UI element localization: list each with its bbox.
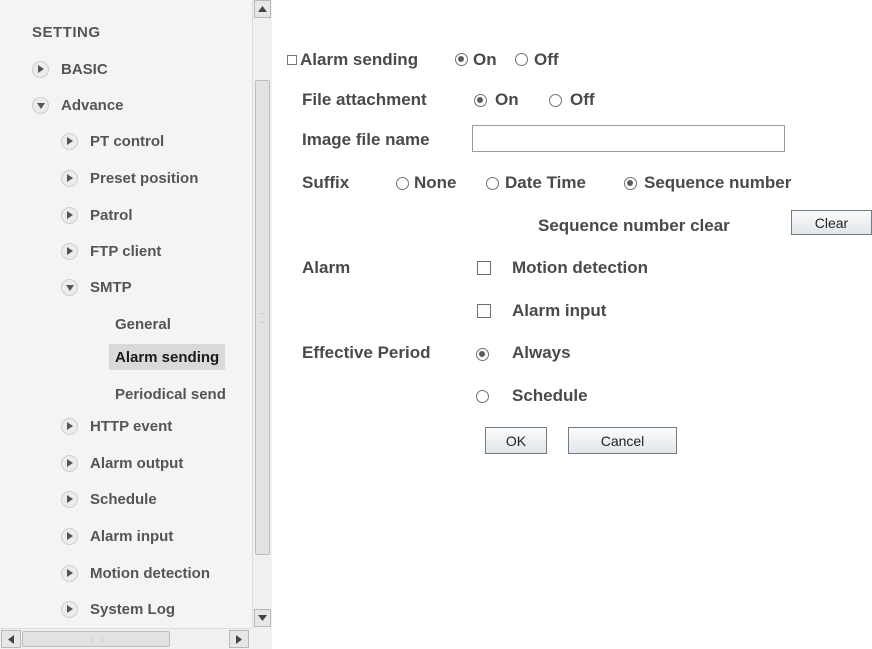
nav-item-general[interactable]: General — [115, 311, 171, 337]
ok-button[interactable]: OK — [485, 427, 547, 454]
expand-arrow-icon — [61, 564, 78, 582]
scroll-left-button[interactable] — [1, 630, 21, 648]
nav-item-ftp-client[interactable]: FTP client — [61, 238, 161, 264]
nav-item-alarm-output[interactable]: Alarm output — [61, 450, 183, 476]
nav-item-periodical-send[interactable]: Periodical send — [115, 381, 226, 407]
nav-item-smtp[interactable]: SMTP — [61, 274, 132, 300]
scroll-down-button[interactable] — [254, 609, 271, 627]
nav-item-label: Patrol — [90, 206, 133, 224]
suffix-date-time-label: Date Time — [505, 173, 586, 192]
nav-item-label: System Log — [90, 600, 176, 618]
nav-vertical-scrollbar[interactable] — [252, 0, 272, 628]
image-file-name-label: Image file name — [302, 130, 430, 149]
alarm-input-label: Alarm input — [512, 301, 607, 320]
chevron-up-icon — [258, 6, 267, 12]
image-file-name-input[interactable] — [472, 125, 785, 152]
expand-arrow-icon — [61, 206, 78, 224]
horizontal-scroll-thumb[interactable] — [22, 631, 170, 647]
file-attachment-label: File attachment — [302, 90, 427, 109]
effective-period-schedule-radio[interactable] — [476, 390, 489, 403]
sequence-number-clear-label: Sequence number clear — [538, 216, 730, 235]
motion-detection-label: Motion detection — [512, 258, 648, 277]
nav-item-schedule[interactable]: Schedule — [61, 486, 157, 512]
alarm-sending-on-radio[interactable] — [455, 53, 468, 66]
nav-item-patrol[interactable]: Patrol — [61, 202, 133, 228]
nav-item-advance[interactable]: Advance — [32, 92, 124, 118]
suffix-none-label: None — [414, 173, 457, 192]
settings-nav: SETTING BASIC Advance PT control Preset … — [0, 0, 252, 628]
suffix-none-radio[interactable] — [396, 177, 409, 190]
nav-item-label: Alarm input — [90, 527, 174, 545]
nav-title: SETTING — [32, 24, 101, 41]
effective-period-schedule-label: Schedule — [512, 386, 588, 405]
suffix-sequence-number-label: Sequence number — [644, 173, 792, 192]
clear-button[interactable]: Clear — [791, 210, 872, 235]
settings-nav-frame: SETTING BASIC Advance PT control Preset … — [0, 0, 272, 649]
nav-item-alarm-sending[interactable]: Alarm sending — [109, 344, 226, 370]
file-attachment-on-label: On — [495, 90, 519, 109]
nav-item-label: Preset position — [90, 169, 199, 187]
nav-item-label: Periodical send — [115, 385, 226, 403]
scrollbar-corner — [252, 628, 272, 649]
nav-item-label: Alarm sending — [115, 348, 220, 366]
nav-item-pt-control[interactable]: PT control — [61, 128, 164, 154]
nav-item-label: Schedule — [90, 490, 157, 508]
nav-item-label: SMTP — [90, 278, 132, 296]
nav-item-label: FTP client — [90, 242, 162, 260]
nav-item-motion-detection[interactable]: Motion detection — [61, 560, 210, 586]
chevron-down-icon — [258, 615, 267, 621]
file-attachment-on-radio[interactable] — [474, 94, 487, 107]
expand-arrow-icon — [61, 242, 78, 260]
alarm-sending-off-label: Off — [534, 50, 559, 69]
motion-detection-checkbox[interactable] — [477, 261, 491, 275]
nav-item-preset-position[interactable]: Preset position — [61, 165, 198, 191]
expand-arrow-icon — [61, 132, 78, 150]
expand-arrow-icon — [61, 169, 78, 187]
expand-arrow-icon — [61, 600, 78, 618]
alarm-sending-off-radio[interactable] — [515, 53, 528, 66]
nav-item-alarm-input[interactable]: Alarm input — [61, 523, 173, 549]
suffix-sequence-number-radio[interactable] — [624, 177, 637, 190]
section-marker-icon — [287, 55, 297, 65]
vertical-scroll-thumb[interactable] — [255, 80, 270, 555]
nav-item-http-event[interactable]: HTTP event — [61, 413, 172, 439]
file-attachment-off-label: Off — [570, 90, 595, 109]
expand-arrow-icon — [32, 60, 49, 78]
scroll-right-button[interactable] — [229, 630, 249, 648]
suffix-label: Suffix — [302, 173, 350, 192]
nav-item-label: BASIC — [61, 60, 108, 78]
nav-item-label: HTTP event — [90, 417, 173, 435]
effective-period-always-label: Always — [512, 343, 571, 362]
scroll-up-button[interactable] — [254, 0, 271, 18]
chevron-right-icon — [236, 634, 242, 644]
alarm-sending-on-label: On — [473, 50, 497, 69]
cancel-button[interactable]: Cancel — [568, 427, 677, 454]
nav-item-label: General — [115, 315, 171, 333]
alarm-sending-label: Alarm sending — [300, 50, 419, 69]
nav-item-label: Motion detection — [90, 564, 210, 582]
nav-item-basic[interactable]: BASIC — [32, 56, 108, 82]
nav-item-label: Alarm output — [90, 454, 184, 472]
expand-arrow-icon — [61, 417, 78, 435]
file-attachment-off-radio[interactable] — [549, 94, 562, 107]
expand-arrow-icon — [61, 527, 78, 545]
effective-period-always-radio[interactable] — [476, 348, 489, 361]
expand-arrow-icon — [61, 490, 78, 508]
effective-period-label: Effective Period — [302, 343, 431, 362]
alarm-label: Alarm — [302, 258, 351, 277]
alarm-input-checkbox[interactable] — [477, 304, 491, 318]
nav-item-label: PT control — [90, 132, 165, 150]
collapse-arrow-icon — [32, 96, 49, 114]
nav-item-system-log[interactable]: System Log — [61, 596, 175, 622]
chevron-left-icon — [8, 634, 14, 644]
collapse-arrow-icon — [61, 278, 78, 296]
nav-item-label: Advance — [61, 96, 124, 114]
expand-arrow-icon — [61, 454, 78, 472]
nav-horizontal-scrollbar[interactable] — [0, 628, 252, 649]
suffix-date-time-radio[interactable] — [486, 177, 499, 190]
